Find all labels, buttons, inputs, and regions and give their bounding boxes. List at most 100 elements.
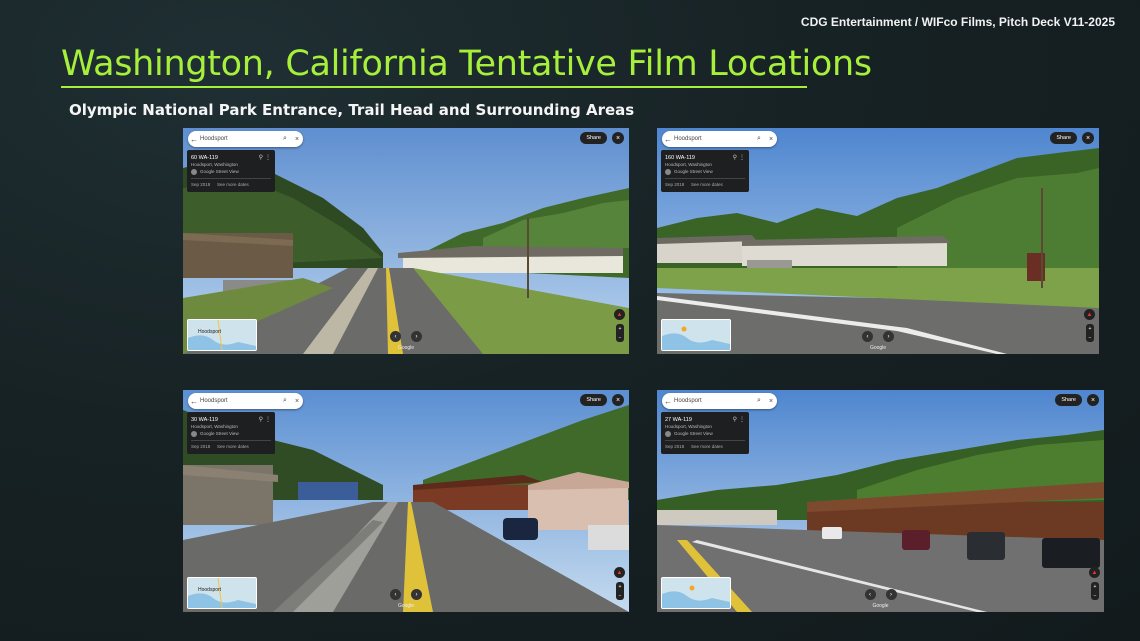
header-credit: CDG Entertainment / WIFco Films, Pitch D… xyxy=(800,15,1115,29)
share-button[interactable]: Share xyxy=(1055,394,1082,406)
capture-date: Sep 2018 xyxy=(665,182,685,187)
card-divider xyxy=(191,440,271,441)
pin-icon[interactable]: ⚲ xyxy=(259,416,263,423)
page-subtitle: Olympic National Park Entrance, Trail He… xyxy=(69,101,635,119)
back-arrow-icon[interactable]: ← xyxy=(662,135,674,144)
zoom-in-icon[interactable]: + xyxy=(619,584,622,590)
street-view-panel-3[interactable]: ← Hoodsport ⌕ × 30 WA-119 ⚲ ⋮ Hoodsport,… xyxy=(183,390,629,612)
back-arrow-icon[interactable]: ← xyxy=(662,397,674,406)
more-options-icon[interactable]: ⋮ xyxy=(265,416,271,423)
image-source: Google Street View xyxy=(200,431,239,436)
see-more-dates-link[interactable]: See more dates xyxy=(217,182,249,187)
chevron-right-icon[interactable]: › xyxy=(883,331,894,342)
address-locality: Hoodsport, Washington xyxy=(191,424,238,429)
zoom-in-icon[interactable]: + xyxy=(1094,584,1097,590)
location-info-card: 60 WA-119 ⚲ ⋮ Hoodsport, Washington Goog… xyxy=(187,150,275,192)
address-locality: Hoodsport, Washington xyxy=(665,424,712,429)
zoom-in-icon[interactable]: + xyxy=(1089,326,1092,332)
chevron-right-icon[interactable]: › xyxy=(411,331,422,342)
navigation-arrows: ‹ › xyxy=(862,331,894,342)
compass-icon[interactable]: ▲ xyxy=(1084,309,1095,320)
compass-icon[interactable]: ▲ xyxy=(614,309,625,320)
minimap[interactable]: Hoodsport xyxy=(187,319,257,351)
see-more-dates-link[interactable]: See more dates xyxy=(691,444,723,449)
street-view-avatar xyxy=(665,431,671,437)
chevron-right-icon[interactable]: › xyxy=(885,589,897,600)
more-options-icon[interactable]: ⋮ xyxy=(265,154,271,161)
clear-icon[interactable]: × xyxy=(291,136,303,143)
zoom-control[interactable]: + − xyxy=(1091,582,1099,600)
close-icon[interactable]: × xyxy=(1087,394,1099,406)
see-more-dates-link[interactable]: See more dates xyxy=(691,182,723,187)
search-icon[interactable]: ⌕ xyxy=(753,135,765,143)
zoom-control[interactable]: + − xyxy=(616,324,624,342)
clear-icon[interactable]: × xyxy=(765,136,777,143)
image-source: Google Street View xyxy=(200,169,239,174)
share-button[interactable]: Share xyxy=(580,132,607,144)
search-input[interactable]: Hoodsport xyxy=(674,136,753,142)
image-source: Google Street View xyxy=(674,169,713,174)
more-options-icon[interactable]: ⋮ xyxy=(739,416,745,423)
chevron-left-icon[interactable]: ‹ xyxy=(862,331,873,342)
street-view-avatar xyxy=(191,169,197,175)
card-divider xyxy=(665,178,745,179)
close-icon[interactable]: × xyxy=(1082,132,1094,144)
search-bar[interactable]: ← Hoodsport ⌕ × xyxy=(662,131,777,147)
clear-icon[interactable]: × xyxy=(765,398,777,405)
chevron-left-icon[interactable]: ‹ xyxy=(390,589,401,600)
pin-icon[interactable]: ⚲ xyxy=(733,154,737,161)
minimap-terrain xyxy=(188,320,256,350)
close-icon[interactable]: × xyxy=(612,394,624,406)
card-divider xyxy=(665,440,745,441)
street-view-panel-2[interactable]: ← Hoodsport ⌕ × 160 WA-119 ⚲ ⋮ Hoodsport… xyxy=(657,128,1099,354)
address-title: 27 WA-119 xyxy=(665,417,692,423)
zoom-control[interactable]: + − xyxy=(1086,324,1094,342)
more-options-icon[interactable]: ⋮ xyxy=(739,154,745,161)
address-locality: Hoodsport, Washington xyxy=(191,162,238,167)
share-button[interactable]: Share xyxy=(580,394,607,406)
search-bar[interactable]: ← Hoodsport ⌕ × xyxy=(188,393,303,409)
street-view-panel-4[interactable]: ← Hoodsport ⌕ × 27 WA-119 ⚲ ⋮ Hoodsport,… xyxy=(657,390,1104,612)
minimap[interactable] xyxy=(661,319,731,351)
search-input[interactable]: Hoodsport xyxy=(200,398,279,404)
search-icon[interactable]: ⌕ xyxy=(279,397,291,405)
capture-date: Sep 2018 xyxy=(665,444,685,449)
minimap-terrain xyxy=(662,585,730,608)
share-button[interactable]: Share xyxy=(1050,132,1077,144)
pin-icon[interactable]: ⚲ xyxy=(259,154,263,161)
zoom-out-icon[interactable]: − xyxy=(1089,335,1092,341)
search-input[interactable]: Hoodsport xyxy=(674,398,753,404)
compass-icon[interactable]: ▲ xyxy=(614,567,625,578)
navigation-arrows: ‹ › xyxy=(390,589,422,600)
zoom-in-icon[interactable]: + xyxy=(619,326,622,332)
clear-icon[interactable]: × xyxy=(291,398,303,405)
search-bar[interactable]: ← Hoodsport ⌕ × xyxy=(188,131,303,147)
google-watermark: Google xyxy=(397,345,415,351)
minimap[interactable] xyxy=(661,577,731,609)
street-view-panel-1[interactable]: ← Hoodsport ⌕ × 60 WA-119 ⚲ ⋮ Hoodsport,… xyxy=(183,128,629,354)
chevron-right-icon[interactable]: › xyxy=(411,589,422,600)
minimap[interactable]: Hoodsport xyxy=(187,577,257,609)
minimap-terrain xyxy=(662,326,730,350)
chevron-left-icon[interactable]: ‹ xyxy=(390,331,401,342)
chevron-left-icon[interactable]: ‹ xyxy=(864,589,876,600)
street-view-avatar xyxy=(665,169,671,175)
location-info-card: 27 WA-119 ⚲ ⋮ Hoodsport, Washington Goog… xyxy=(661,412,749,454)
google-watermark: Google xyxy=(872,603,889,609)
back-arrow-icon[interactable]: ← xyxy=(188,135,200,144)
back-arrow-icon[interactable]: ← xyxy=(188,397,200,406)
search-input[interactable]: Hoodsport xyxy=(200,136,279,142)
zoom-out-icon[interactable]: − xyxy=(619,593,622,599)
capture-date: Sep 2018 xyxy=(191,444,211,449)
search-bar[interactable]: ← Hoodsport ⌕ × xyxy=(662,393,777,409)
pin-icon[interactable]: ⚲ xyxy=(733,416,737,423)
zoom-out-icon[interactable]: − xyxy=(619,335,622,341)
zoom-control[interactable]: + − xyxy=(616,582,624,600)
see-more-dates-link[interactable]: See more dates xyxy=(217,444,249,449)
close-icon[interactable]: × xyxy=(612,132,624,144)
search-icon[interactable]: ⌕ xyxy=(753,397,765,405)
zoom-out-icon[interactable]: − xyxy=(1094,593,1097,599)
address-title: 30 WA-119 xyxy=(191,417,218,423)
compass-icon[interactable]: ▲ xyxy=(1089,567,1100,578)
search-icon[interactable]: ⌕ xyxy=(279,135,291,143)
